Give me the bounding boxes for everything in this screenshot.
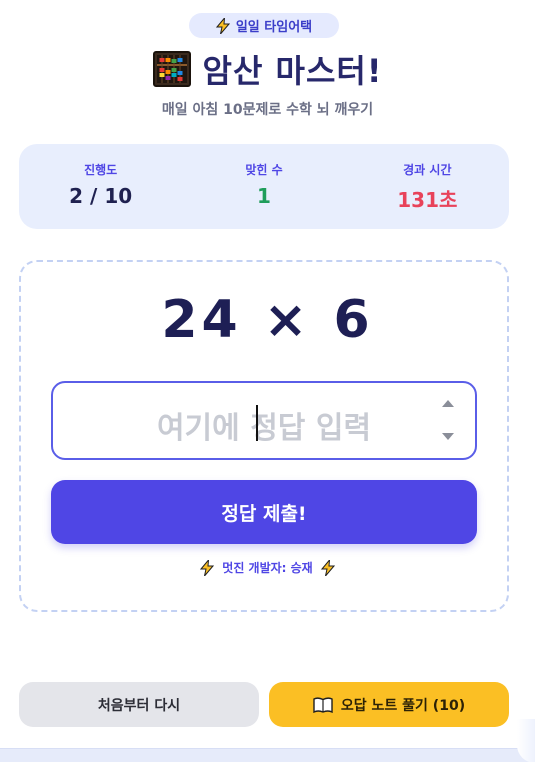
page-subtitle: 매일 아침 10문제로 수학 뇌 깨우기	[161, 102, 374, 118]
credit-text: 멋진 개발자: 승재	[222, 561, 313, 575]
developer-credit: 멋진 개발자: 승재	[0, 559, 535, 576]
answer-placeholder: 여기에 정답 입력	[156, 411, 372, 446]
restart-button[interactable]: 처음부터 다시	[19, 682, 259, 727]
spin-up-icon[interactable]	[442, 400, 454, 407]
number-spinner[interactable]	[441, 400, 455, 440]
quiz-page: 일일 타임어택 암산 마스터! 매일 아침 10문제로 수학 뇌 깨우기 진행도…	[0, 0, 535, 762]
stat-progress: 진행도 2 / 10	[19, 144, 182, 229]
lightning-icon	[215, 17, 230, 34]
stat-time: 경과 시간 131초	[346, 144, 509, 229]
stat-time-label: 경과 시간	[403, 163, 452, 177]
daily-time-attack-badge: 일일 타임어택	[189, 13, 339, 38]
problem-text: 24 × 6	[161, 290, 374, 350]
lightning-icon	[320, 559, 335, 576]
submit-answer-button[interactable]: 정답 제출!	[51, 480, 477, 544]
bottom-edge	[0, 719, 535, 762]
stat-progress-label: 진행도	[84, 163, 118, 177]
stat-correct-label: 맞힌 수	[245, 163, 283, 177]
book-icon	[313, 696, 333, 713]
review-button-label: 오답 노트 풀기 (10)	[340, 697, 466, 714]
badge-label: 일일 타임어택	[235, 20, 313, 35]
page-title: 암산 마스터!	[202, 52, 383, 90]
spin-down-icon[interactable]	[442, 433, 454, 440]
stats-panel: 진행도 2 / 10 맞힌 수 1 경과 시간 131초	[19, 144, 509, 229]
stat-correct: 맞힌 수 1	[182, 144, 345, 229]
stat-time-value: 131초	[397, 188, 458, 212]
stat-correct-value: 1	[257, 184, 271, 208]
stat-progress-value: 2 / 10	[69, 184, 133, 208]
review-wrong-answers-button[interactable]: 오답 노트 풀기 (10)	[269, 682, 509, 727]
answer-input[interactable]: 여기에 정답 입력	[51, 381, 477, 460]
text-caret	[256, 405, 258, 441]
title-row: 암산 마스터!	[0, 48, 535, 90]
lightning-icon	[200, 559, 215, 576]
abacus-icon	[152, 51, 191, 87]
